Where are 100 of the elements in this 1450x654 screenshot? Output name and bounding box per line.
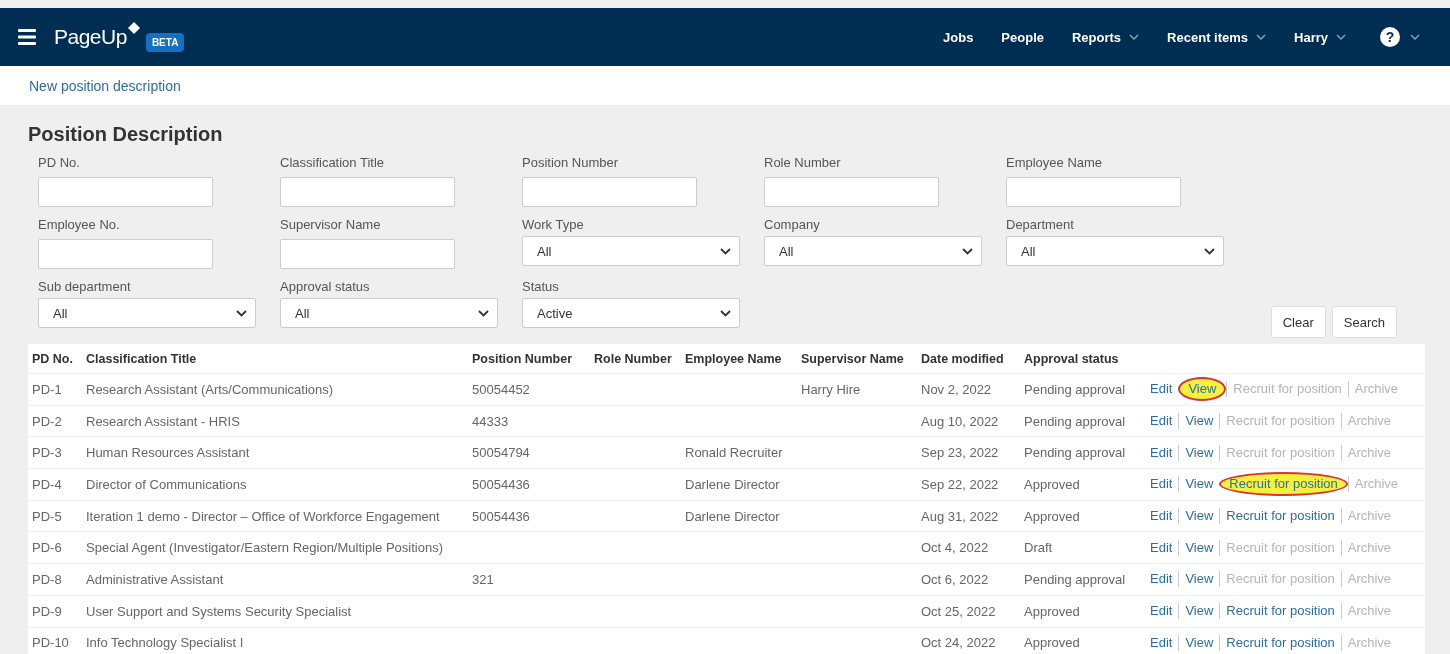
chevron-icon xyxy=(1204,247,1215,255)
row-action-link[interactable]: View xyxy=(1178,539,1220,556)
table-cell-text: Draft xyxy=(1024,540,1053,556)
new-position-description-link[interactable]: New position description xyxy=(29,77,181,94)
row-action-link[interactable]: Recruit for position xyxy=(1219,508,1341,525)
table-cell-text: Oct 6, 2022 xyxy=(921,571,989,587)
row-action-link[interactable]: View xyxy=(1178,377,1227,402)
input-field[interactable] xyxy=(764,177,939,207)
pd-number-header: PD No. xyxy=(28,344,86,374)
table-cell-text: Approved xyxy=(1024,603,1080,619)
chevron-icon xyxy=(478,309,489,317)
table-cell-text: Nov 2, 2022 xyxy=(921,381,992,397)
table-cell-text: Oct 25, 2022 xyxy=(921,603,996,619)
nav-menu-item[interactable]: Jobs xyxy=(943,29,974,45)
table-cell-text: PD-9 xyxy=(32,603,62,619)
row-action-link: Archive xyxy=(1340,634,1398,651)
input-field[interactable] xyxy=(280,239,455,269)
filter-label: Employee No. xyxy=(38,216,120,234)
row-action-link[interactable]: View xyxy=(1178,508,1220,525)
row-action-link[interactable]: Edit xyxy=(1144,634,1179,651)
nav-menu-item[interactable]: Recent items xyxy=(1167,29,1249,45)
table-cell-text: PD-1 xyxy=(32,381,62,397)
row-action-link: Recruit for position xyxy=(1226,381,1348,398)
logo-text[interactable]: PageUp xyxy=(54,25,127,49)
filter-button[interactable]: Search xyxy=(1331,306,1397,338)
row-action-link[interactable]: Edit xyxy=(1144,603,1179,620)
input-field[interactable] xyxy=(38,177,213,207)
row-action-link[interactable]: Edit xyxy=(1144,444,1179,461)
chevron-icon[interactable] xyxy=(1129,34,1140,40)
diamond-icon xyxy=(127,22,140,34)
row-action-link: Archive xyxy=(1340,539,1398,556)
input-field[interactable] xyxy=(522,177,697,207)
row-action-link[interactable]: Edit xyxy=(1144,539,1179,556)
row-action-link[interactable]: View xyxy=(1178,413,1220,430)
chevron-icon[interactable] xyxy=(1336,34,1346,40)
table-cell-text: PD-4 xyxy=(32,476,62,492)
dropdown-field[interactable]: All xyxy=(1006,236,1224,266)
filter-label: Status xyxy=(522,278,559,296)
filter-button[interactable]: Clear xyxy=(1270,306,1326,338)
row-action-link: Recruit for position xyxy=(1219,571,1341,588)
table-cell-text: PD-10 xyxy=(32,635,69,651)
table-cell-text: PD-5 xyxy=(32,508,62,524)
table-cell-text: Human Resources Assistant xyxy=(86,445,250,461)
chevron-icon xyxy=(720,309,731,317)
table-cell-text: Iteration 1 demo - Director – Office of Workforce Engagement xyxy=(86,508,440,524)
row-action-link: Archive xyxy=(1347,476,1405,493)
dropdown-field[interactable]: Active xyxy=(522,298,740,328)
table-cell-text: Sep 23, 2022 xyxy=(921,445,999,461)
dropdown-field[interactable]: All xyxy=(38,298,256,328)
filter-label: PD No. xyxy=(38,154,80,172)
row-action-link[interactable]: Recruit for position xyxy=(1219,472,1348,497)
input-field[interactable] xyxy=(38,239,213,269)
chevron-icon[interactable] xyxy=(1410,34,1420,40)
row-action-link[interactable]: View xyxy=(1178,571,1220,588)
row-action-link: Archive xyxy=(1340,444,1398,461)
row-action-link[interactable]: View xyxy=(1178,634,1220,651)
input-field[interactable] xyxy=(280,177,455,207)
input-field[interactable] xyxy=(1006,177,1181,207)
table-cell-text: 50054436 xyxy=(472,476,530,492)
menu-icon[interactable] xyxy=(18,29,36,45)
filter-label: Work Type xyxy=(522,216,584,234)
row-action-link[interactable]: Recruit for position xyxy=(1219,603,1341,620)
row-action-link: Archive xyxy=(1340,508,1398,525)
table-cell-text: Sep 22, 2022 xyxy=(921,476,999,492)
row-action-link: Archive xyxy=(1340,603,1398,620)
table-cell-text: PD-8 xyxy=(32,571,62,587)
row-action-link[interactable]: Edit xyxy=(1144,508,1179,525)
row-action-link[interactable]: View xyxy=(1178,444,1220,461)
row-action-link[interactable]: Edit xyxy=(1144,571,1179,588)
row-action-link: Recruit for position xyxy=(1219,444,1341,461)
row-action-link: Recruit for position xyxy=(1219,413,1341,430)
nav-menu-item[interactable]: People xyxy=(1001,29,1044,45)
dropdown-field[interactable]: All xyxy=(522,236,740,266)
filter-label: Department xyxy=(1006,216,1074,234)
dropdown-field[interactable]: All xyxy=(764,236,982,266)
table-cell-text: Pending approval xyxy=(1024,571,1126,587)
chevron-icon xyxy=(720,247,731,255)
row-action-link[interactable]: Edit xyxy=(1144,381,1179,398)
table-cell-text: 50054436 xyxy=(472,508,530,524)
classification-title-header: Classification Title xyxy=(86,344,472,374)
page-title: Position Description xyxy=(28,122,224,147)
row-action-link[interactable]: View xyxy=(1178,476,1220,493)
row-action-link[interactable]: Recruit for position xyxy=(1219,634,1341,651)
dropdown-field[interactable]: All xyxy=(280,298,498,328)
filter-label: Approval status xyxy=(280,278,370,296)
nav-menu-item[interactable]: Reports xyxy=(1072,29,1122,45)
table-cell-text: Special Agent (Investigator/Eastern Region/Multiple Positions) xyxy=(86,540,443,556)
row-action-link[interactable]: Edit xyxy=(1144,413,1179,430)
table-cell-text: Approved xyxy=(1024,635,1080,651)
chevron-icon[interactable] xyxy=(1256,34,1267,40)
nav-menu-item[interactable]: Harry xyxy=(1294,29,1328,45)
table-cell-text: Approved xyxy=(1024,508,1080,524)
row-action-link[interactable]: View xyxy=(1178,603,1220,620)
help-button[interactable]: ? xyxy=(1380,27,1400,47)
table-cell-text: Pending approval xyxy=(1024,445,1126,461)
table-cell-text: Aug 10, 2022 xyxy=(921,413,999,429)
row-action-link: Archive xyxy=(1340,571,1398,588)
filter-label: Employee Name xyxy=(1006,154,1103,172)
table-cell-text: Harry Hire xyxy=(801,381,861,397)
row-action-link[interactable]: Edit xyxy=(1144,476,1179,493)
